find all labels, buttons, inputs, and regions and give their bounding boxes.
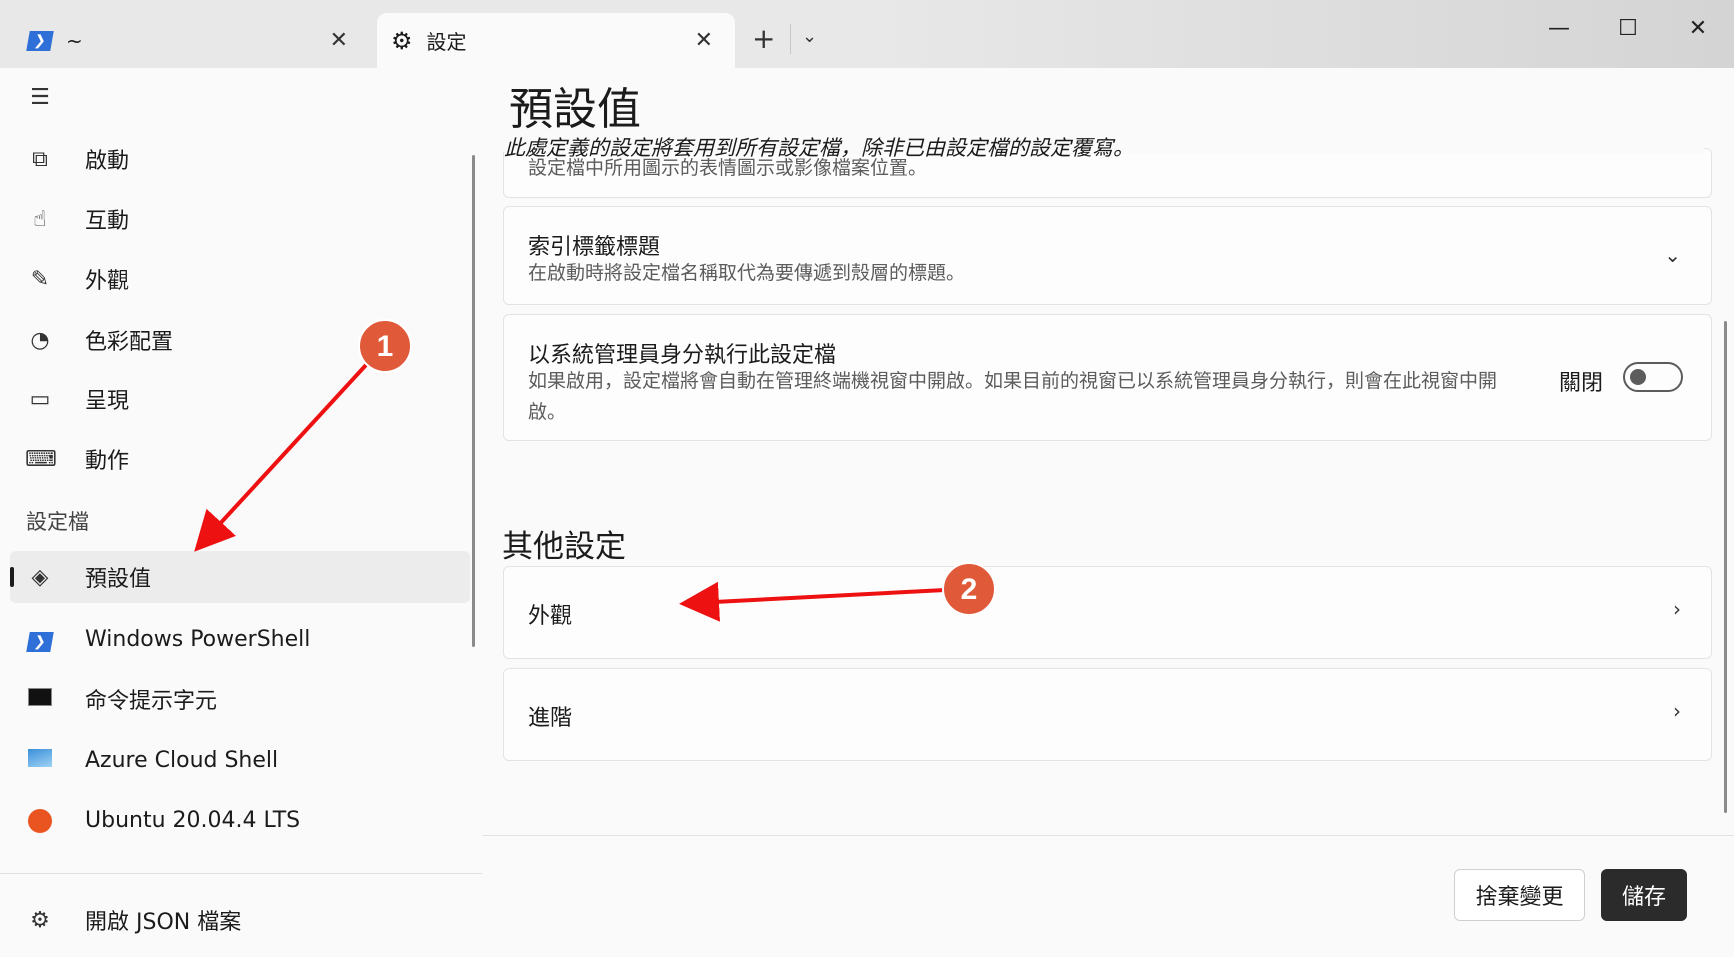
ubuntu-icon: [25, 808, 55, 833]
sidebar-item-defaults[interactable]: ◈ 預設值: [10, 551, 470, 603]
powershell-icon: ❯: [25, 627, 55, 652]
palette-icon: ◔: [30, 327, 50, 353]
open-json-label: 開啟 JSON 檔案: [85, 910, 242, 935]
sidebar-item-label: 外觀: [85, 269, 130, 294]
sidebar: ☰ ⧉ 啟動 ☝ 互動 ✎ 外觀 ◔ 色彩配置 ▭ 呈現 ⌨ 動作 設定檔 ◈ 預設值 ❯ Wi…: [0, 68, 482, 957]
sidebar-item-label: 預設值: [85, 567, 152, 592]
divider: [0, 873, 482, 874]
sidebar-item-label: 色彩配置: [85, 330, 174, 355]
sidebar-item-label: 啟動: [85, 149, 130, 174]
divider: [790, 24, 791, 54]
gear-icon: ⚙: [391, 26, 413, 55]
chevron-down-icon[interactable]: ⌄: [1664, 243, 1681, 267]
page-title: 預設值: [509, 84, 641, 135]
open-json-button[interactable]: ⚙ 開啟 JSON 檔案: [10, 894, 470, 946]
gear-icon: ⚙: [30, 907, 50, 933]
profiles-header: 設定檔: [26, 510, 89, 534]
sidebar-item-ubuntu[interactable]: Ubuntu 20.04.4 LTS: [10, 794, 470, 846]
laptop-icon: ▭: [29, 386, 51, 412]
cmd-icon: [25, 687, 55, 712]
tab-title-card[interactable]: 索引標籤標題 在啟動時將設定檔名稱取代為要傳遞到殼層的標題。 ⌄: [503, 206, 1712, 305]
card-title: 以系統管理員身分執行此設定檔: [528, 343, 837, 368]
sidebar-item-actions[interactable]: ⌨ 動作: [10, 433, 470, 485]
chevron-right-icon: ›: [1673, 699, 1681, 723]
card-title: 外觀: [528, 604, 573, 629]
startup-icon: ⧉: [32, 146, 48, 172]
sidebar-item-label: Azure Cloud Shell: [85, 747, 279, 773]
appearance-link-card[interactable]: 外觀 ›: [503, 566, 1712, 659]
close-icon[interactable]: ✕: [695, 28, 713, 53]
sidebar-item-startup[interactable]: ⧉ 啟動: [10, 133, 470, 185]
new-tab-button[interactable]: +: [752, 22, 775, 55]
hamburger-icon: ☰: [30, 84, 50, 110]
close-icon[interactable]: ✕: [330, 28, 348, 53]
tab-bar: ❯ ~ ✕ ⚙ 設定 ✕ + ⌄ — ☐ ✕: [0, 0, 1734, 68]
card-title: 索引標籤標題: [528, 235, 661, 260]
other-settings-header: 其他設定: [502, 529, 626, 565]
sidebar-item-label: 互動: [85, 209, 130, 234]
card-description: 如果啟用，設定檔將會自動在管理終端機視窗中開啟。如果目前的視窗已以系統管理員身分…: [528, 370, 1498, 423]
main-content: 預設值 此處定義的設定將套用到所有設定檔，除非已由設定檔的設定覆寫。 設定檔中所…: [482, 68, 1734, 957]
card-description: 在啟動時將設定檔名稱取代為要傳遞到殼層的標題。: [528, 262, 966, 284]
interaction-icon: ☝: [33, 206, 47, 232]
sidebar-item-appearance[interactable]: ✎ 外觀: [10, 253, 470, 305]
sidebar-item-color-schemes[interactable]: ◔ 色彩配置: [10, 314, 470, 366]
chevron-down-icon[interactable]: ⌄: [802, 26, 817, 47]
chevron-right-icon: ›: [1673, 597, 1681, 621]
sidebar-scrollbar[interactable]: [472, 155, 475, 647]
run-as-admin-card: 以系統管理員身分執行此設定檔 如果啟用，設定檔將會自動在管理終端機視窗中開啟。如…: [503, 314, 1712, 441]
toggle-label: 關閉: [1558, 371, 1603, 396]
card-title: 進階: [528, 706, 573, 731]
save-button[interactable]: 儲存: [1601, 869, 1687, 921]
run-as-admin-toggle[interactable]: [1623, 362, 1683, 392]
sidebar-item-interaction[interactable]: ☝ 互動: [10, 193, 470, 245]
tab-settings[interactable]: ⚙ 設定 ✕: [377, 13, 735, 68]
sidebar-item-label: 呈現: [85, 389, 130, 414]
sidebar-item-label: 命令提示字元: [85, 689, 218, 714]
tab-label: ~: [66, 28, 83, 53]
advanced-link-card[interactable]: 進階 ›: [503, 668, 1712, 761]
keyboard-icon: ⌨: [25, 446, 57, 472]
minimize-button[interactable]: —: [1539, 16, 1579, 41]
sidebar-item-rendering[interactable]: ▭ 呈現: [10, 373, 470, 425]
main-scrollbar[interactable]: [1724, 321, 1727, 813]
sidebar-item-label: 動作: [85, 449, 130, 474]
maximize-button[interactable]: ☐: [1608, 16, 1648, 41]
divider: [482, 835, 1734, 836]
tab-label: 設定: [426, 30, 467, 54]
hamburger-menu-button[interactable]: ☰: [10, 71, 470, 123]
sidebar-item-cmd[interactable]: 命令提示字元: [10, 673, 470, 725]
sidebar-item-windows-powershell[interactable]: ❯ Windows PowerShell: [10, 613, 470, 665]
sidebar-item-azure-cloud-shell[interactable]: Azure Cloud Shell: [10, 734, 470, 786]
brush-icon: ✎: [30, 266, 50, 292]
azure-icon: [25, 748, 55, 773]
powershell-icon: ❯: [26, 30, 54, 51]
sidebar-item-label: Windows PowerShell: [85, 626, 311, 652]
close-window-button[interactable]: ✕: [1678, 16, 1718, 41]
page-subtitle: 此處定義的設定將套用到所有設定檔，除非已由設定檔的設定覆寫。: [504, 132, 1704, 160]
discard-changes-button[interactable]: 捨棄變更: [1454, 869, 1585, 921]
sidebar-item-label: Ubuntu 20.04.4 LTS: [85, 807, 301, 833]
layers-icon: ◈: [31, 564, 49, 590]
tab-powershell[interactable]: ❯ ~ ✕: [4, 13, 370, 68]
